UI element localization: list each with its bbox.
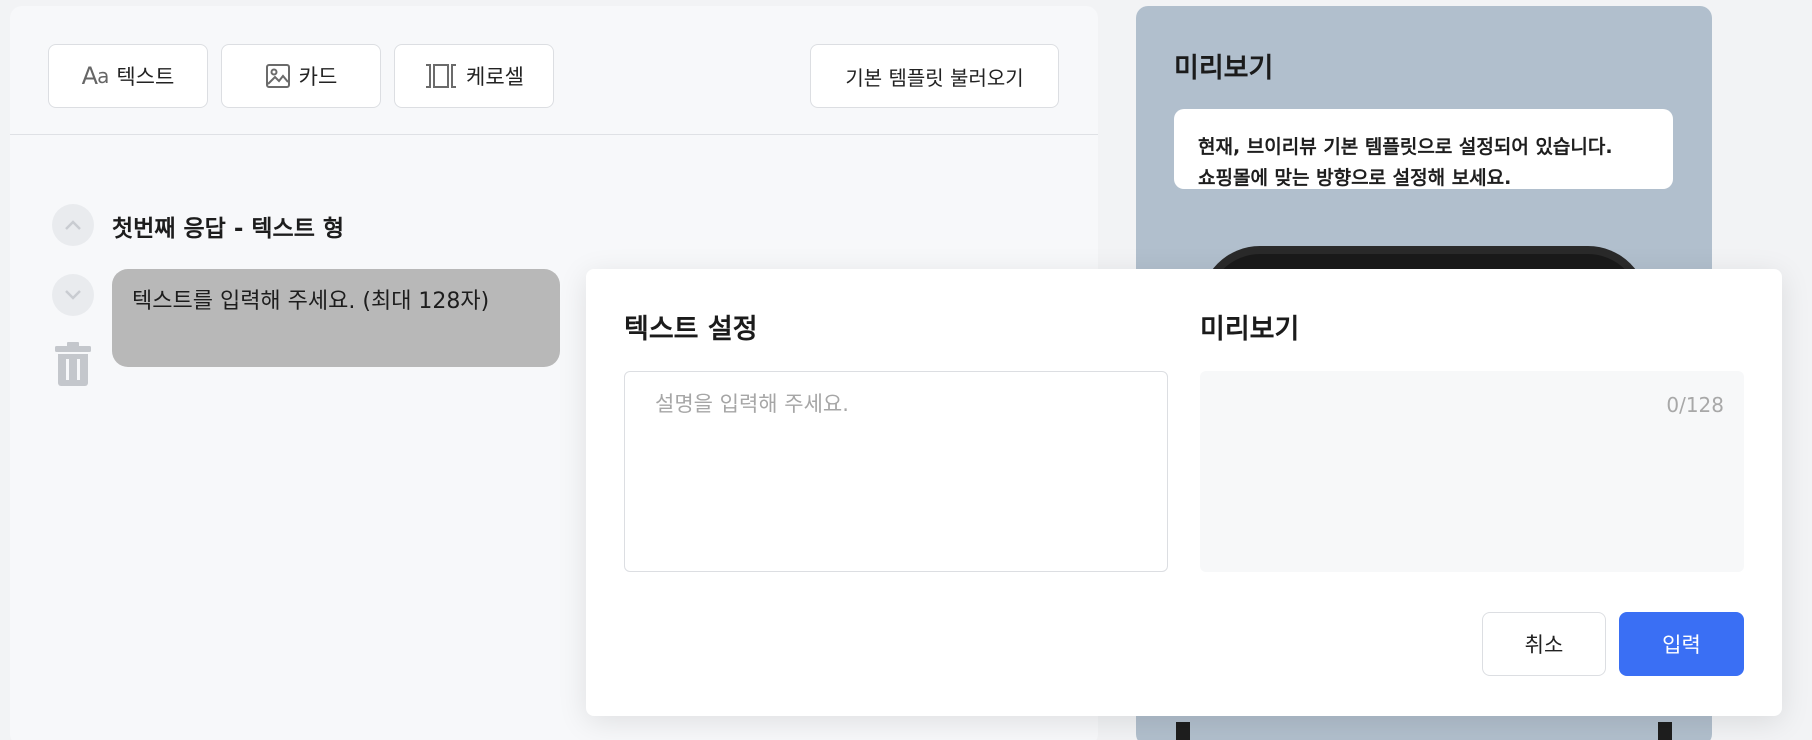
delete-button[interactable] [54,341,92,387]
text-settings-modal: 텍스트 설정 미리보기 0/128 취소 입력 [586,269,1782,716]
carousel-icon [424,63,458,89]
load-template-button[interactable]: 기본 템플릿 불러오기 [810,44,1059,108]
modal-preview-box: 0/128 [1200,371,1744,572]
page: Aa 텍스트 카드 케로셀 기본 템플릿 불러오기 첫번째 응답 - 텍스트 형… [0,0,1812,740]
add-carousel-button[interactable]: 케로셀 [394,44,554,108]
response-bubble[interactable]: 텍스트를 입력해 주세요. (최대 128자) [112,269,560,367]
submit-button[interactable]: 입력 [1619,612,1744,676]
add-card-button[interactable]: 카드 [221,44,381,108]
modal-title-text-settings: 텍스트 설정 [624,314,758,345]
add-card-label: 카드 [298,65,338,89]
move-down-button[interactable] [52,274,94,316]
trash-icon [55,342,91,386]
add-text-label: 텍스트 [116,65,175,89]
response-title: 첫번째 응답 - 텍스트 형 [112,216,345,242]
toolbar: Aa 텍스트 카드 케로셀 기본 템플릿 불러오기 [10,6,1098,135]
phone-frame-bottom [1176,722,1672,740]
chevron-up-icon [65,220,81,230]
char-counter: 0/128 [1666,393,1724,417]
move-up-button[interactable] [52,204,94,246]
image-icon [265,63,291,89]
modal-title-preview: 미리보기 [1200,314,1300,345]
add-text-button[interactable]: Aa 텍스트 [48,44,208,108]
add-carousel-label: 케로셀 [466,65,524,89]
preview-note-line2: 쇼핑몰에 맞는 방향으로 설정해 보세요. [1198,167,1512,189]
preview-note-line1: 현재, 브이리뷰 기본 템플릿으로 설정되어 있습니다. [1198,136,1613,158]
chevron-down-icon [65,290,81,300]
load-template-label: 기본 템플릿 불러오기 [845,65,1024,90]
preview-title: 미리보기 [1174,53,1274,84]
description-textarea[interactable] [624,371,1168,572]
text-format-icon: Aa [81,62,110,90]
cancel-button[interactable]: 취소 [1482,612,1606,676]
preview-note: 현재, 브이리뷰 기본 템플릿으로 설정되어 있습니다. 쇼핑몰에 맞는 방향으… [1174,109,1673,189]
